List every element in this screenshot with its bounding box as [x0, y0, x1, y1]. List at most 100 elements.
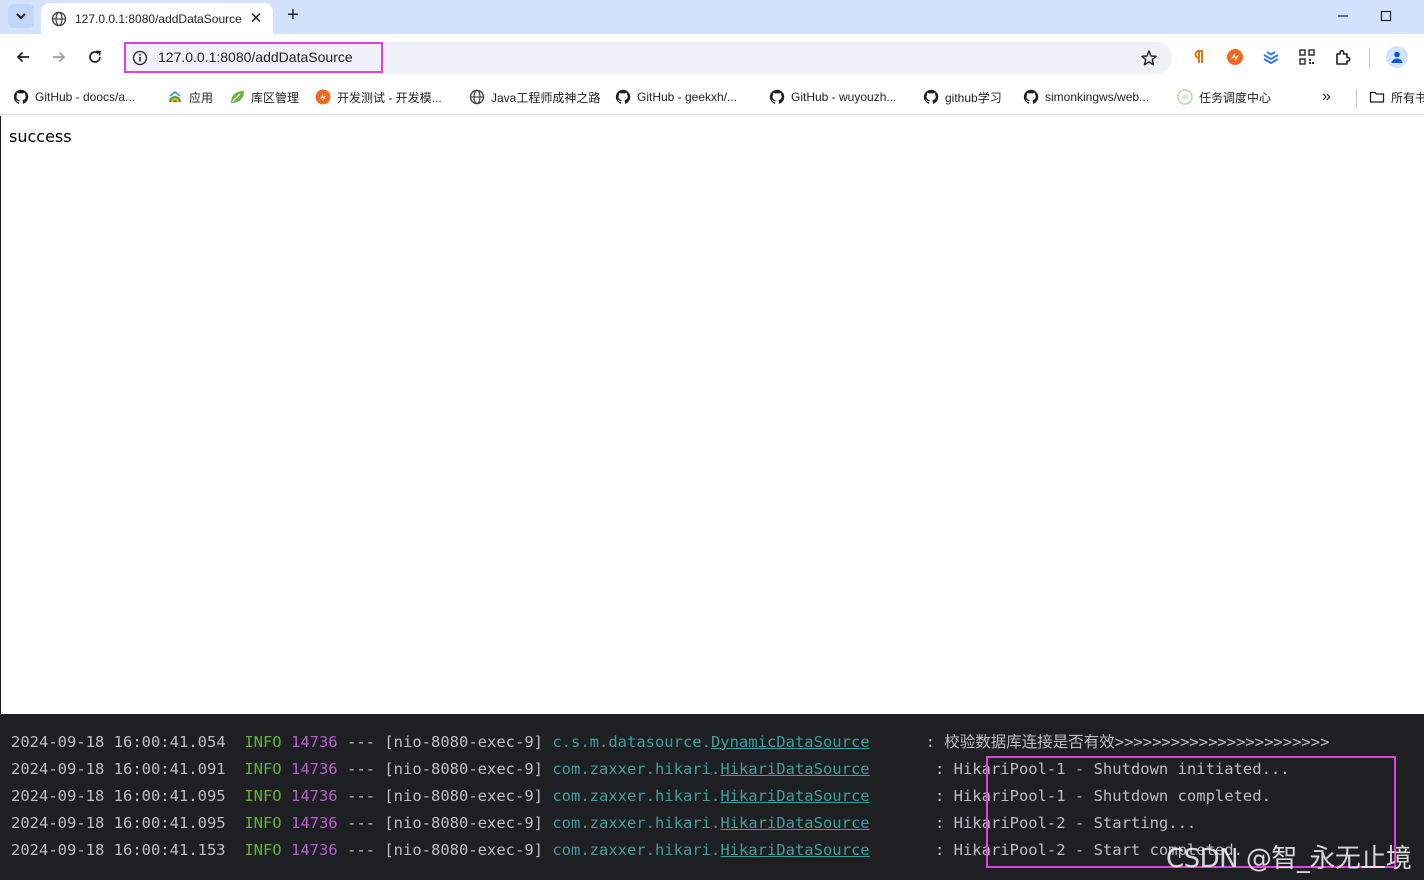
bookmark-label: GitHub - wuyouzh... — [791, 90, 897, 104]
log-timestamp: 2024-09-18 16:00:41.091 — [11, 760, 226, 778]
bookmark-label: GitHub - geekxh/... — [637, 90, 738, 104]
maximize-button[interactable] — [1363, 0, 1409, 32]
log-timestamp: 2024-09-18 16:00:41.095 — [11, 787, 226, 805]
log-package: com.zaxxer.hikari. — [552, 841, 721, 859]
github-icon — [1023, 89, 1039, 104]
bookmark-label: 应用 — [189, 90, 214, 105]
log-level: INFO — [244, 841, 282, 859]
maximize-icon — [1380, 10, 1392, 22]
log-class-link[interactable]: HikariDataSource — [720, 760, 869, 778]
tab-search-button[interactable] — [8, 4, 34, 28]
all-bookmarks-button[interactable]: 所有书签 — [1369, 88, 1424, 106]
bookmark-item[interactable]: GitHub - wuyouzh... — [769, 88, 896, 106]
reload-icon — [89, 50, 101, 63]
chevron-down-icon — [16, 13, 26, 20]
forward-button[interactable] — [47, 45, 71, 69]
log-level: INFO — [244, 787, 282, 805]
log-separator: --- — [347, 841, 375, 859]
bookmark-item[interactable]: GitHub - geekxh/... — [615, 88, 737, 106]
globe-icon — [469, 89, 485, 105]
bookmark-label: simonkingws/web... — [1045, 90, 1150, 104]
log-thread: [nio-8080-exec-9] — [384, 787, 543, 805]
tab-title: 127.0.0.1:8080/addDataSource — [75, 11, 242, 26]
qr-code-icon[interactable] — [1297, 47, 1317, 67]
bookmark-label: Java工程师成神之路 — [491, 90, 601, 105]
console-panel: 2024-09-18 16:00:41.054 INFO 14736 --- [… — [0, 714, 1424, 880]
log-timestamp: 2024-09-18 16:00:41.095 — [11, 814, 226, 832]
leaf-icon — [231, 91, 244, 103]
log-class-link[interactable]: DynamicDataSource — [711, 733, 870, 751]
bookmark-item[interactable]: 应用 — [167, 88, 213, 106]
person-icon — [1391, 51, 1403, 63]
bookmarks-bar: GitHub - doocs/a... 应用 库区管理 开发测试 - 开发模..… — [0, 80, 1424, 115]
log-separator: --- — [347, 814, 375, 832]
bookmark-item[interactable]: github学习 — [923, 88, 1002, 106]
log-class-link[interactable]: HikariDataSource — [720, 787, 869, 805]
log-package: com.zaxxer.hikari. — [552, 760, 721, 778]
profile-avatar[interactable] — [1386, 46, 1408, 68]
speed-extension-icon[interactable] — [1225, 47, 1245, 67]
log-pid: 14736 — [290, 841, 338, 859]
dev-icon — [315, 89, 331, 105]
log-separator: --- — [347, 787, 375, 805]
tab-active[interactable]: 127.0.0.1:8080/addDataSource ✕ — [41, 3, 273, 34]
bookmark-item[interactable]: 任务调度中心 — [1177, 88, 1271, 106]
minimize-icon — [1338, 15, 1348, 17]
log-class-link[interactable]: HikariDataSource — [720, 814, 869, 832]
log-pid: 14736 — [290, 760, 338, 778]
toolbar-divider — [1369, 48, 1370, 68]
tab-strip: 127.0.0.1:8080/addDataSource ✕ + — [0, 0, 1424, 34]
extensions-puzzle-icon[interactable] — [1333, 47, 1353, 67]
log-message: : 校验数据库连接是否有效>>>>>>>>>>>>>>>>>>>>>>> — [925, 733, 1330, 751]
log-pid: 14736 — [290, 787, 338, 805]
github-icon — [13, 89, 29, 104]
log-class-link[interactable]: HikariDataSource — [720, 841, 869, 859]
arrow-left-icon — [16, 51, 29, 63]
log-timestamp: 2024-09-18 16:00:41.153 — [11, 841, 226, 859]
github-icon — [615, 89, 631, 104]
log-pid: 14736 — [290, 814, 338, 832]
bookmark-item[interactable]: GitHub - doocs/a... — [13, 88, 135, 106]
apps-icon — [169, 91, 181, 102]
paragraph-extension-icon[interactable] — [1188, 47, 1208, 67]
bookmark-label: 任务调度中心 — [1199, 90, 1272, 105]
log-level: INFO — [244, 733, 282, 751]
log-level: INFO — [244, 760, 282, 778]
log-separator: --- — [347, 733, 375, 751]
bookmark-label: GitHub - doocs/a... — [35, 90, 136, 104]
bookmark-label: 库区管理 — [251, 90, 300, 105]
log-package: com.zaxxer.hikari. — [552, 814, 721, 832]
log-timestamp: 2024-09-18 16:00:41.054 — [11, 733, 226, 751]
bookmark-item[interactable]: 库区管理 — [229, 88, 299, 106]
xxl-icon — [1177, 89, 1193, 105]
globe-icon — [51, 11, 67, 26]
new-tab-button[interactable]: + — [282, 5, 304, 27]
page-viewport: success — [0, 116, 1424, 714]
reload-button[interactable] — [83, 45, 107, 69]
tab-close-icon[interactable]: ✕ — [247, 10, 265, 28]
log-level: INFO — [244, 814, 282, 832]
layers-extension-icon[interactable] — [1261, 47, 1281, 67]
back-button[interactable] — [11, 45, 35, 69]
star-icon[interactable] — [1140, 49, 1158, 67]
log-thread: [nio-8080-exec-9] — [384, 814, 543, 832]
watermark: CSDN @智_永无止境 — [1166, 844, 1412, 874]
all-bookmarks-label: 所有书签 — [1391, 90, 1424, 105]
github-icon — [923, 89, 939, 104]
bookmark-label: 开发测试 - 开发模... — [337, 90, 442, 105]
bookmark-label: github学习 — [945, 90, 1002, 105]
bookmark-item[interactable]: simonkingws/web... — [1023, 88, 1149, 106]
log-package: c.s.m.datasource. — [552, 733, 711, 751]
minimize-button[interactable] — [1320, 0, 1366, 32]
bookmark-item[interactable]: 开发测试 - 开发模... — [315, 88, 442, 106]
response-text: success — [9, 127, 72, 146]
bookmarks-divider — [1356, 89, 1357, 107]
log-thread: [nio-8080-exec-9] — [384, 760, 543, 778]
log-thread: [nio-8080-exec-9] — [384, 733, 543, 751]
bookmarks-overflow-button[interactable]: » — [1322, 88, 1331, 106]
log-separator: --- — [347, 760, 375, 778]
url-highlight-box — [124, 42, 383, 73]
log-line: 2024-09-18 16:00:41.054 INFO 14736 --- [… — [11, 731, 1329, 753]
bookmark-item[interactable]: Java工程师成神之路 — [469, 88, 600, 106]
arrow-right-icon — [53, 51, 66, 63]
